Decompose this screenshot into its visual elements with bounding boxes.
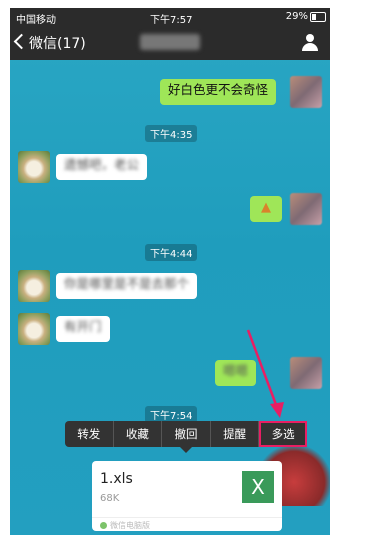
phone-screen: 中国移动 下午7:57 29% 微信(17) 好白色更不会奇怪 下午4:35 遗…: [10, 8, 330, 535]
annotation-arrow: [246, 329, 284, 418]
